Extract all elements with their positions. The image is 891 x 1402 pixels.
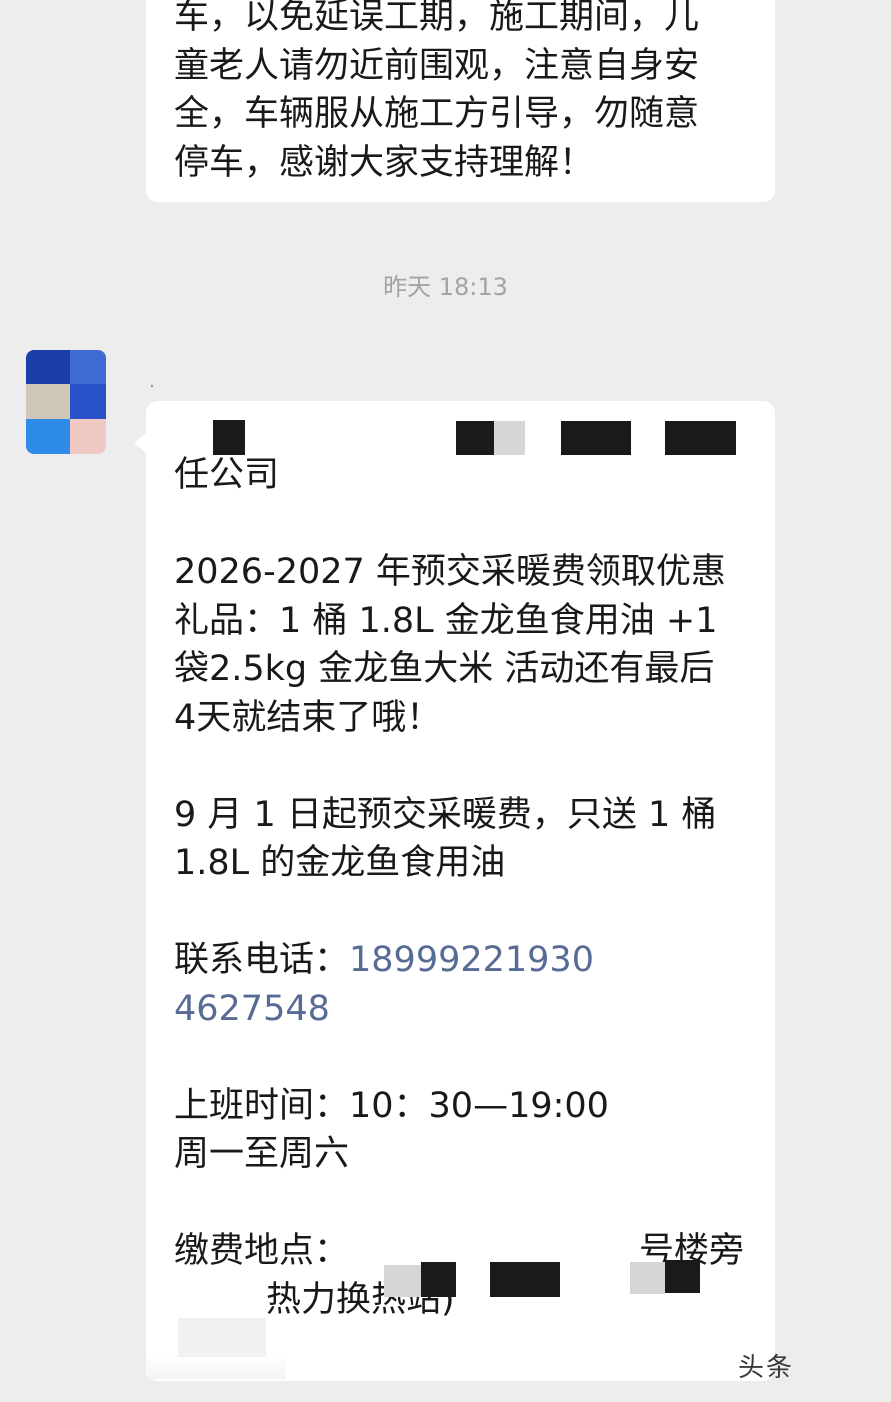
avatar-tile [70, 384, 106, 419]
sender-name: · [149, 376, 155, 397]
watermark: 头条 [738, 1353, 795, 1383]
redaction-block [561, 421, 631, 455]
message-bubble[interactable]: 任公司 2026-2027 年预交采暖费领取优惠 礼品：1 桶 1.8L 金龙鱼… [146, 401, 775, 1381]
avatar-tile [26, 419, 70, 454]
phone-label: 联系电话： [174, 940, 350, 980]
redaction-block [494, 421, 525, 455]
message-line: 童老人请勿近前围观，注意自身安 [174, 45, 700, 86]
redaction-block [630, 1262, 665, 1294]
promo-line: 2026-2027 年预交采暖费领取优惠 [174, 552, 726, 592]
avatar-tile [70, 350, 106, 384]
notice-line: 9 月 1 日起预交采暖费，只送 1 桶 [174, 794, 717, 835]
phone-line: 联系电话：18999221930 [174, 936, 747, 985]
avatar-tile [26, 384, 70, 419]
redaction-block [665, 421, 736, 455]
notice-line: 1.8L 的金龙鱼食用油 [174, 843, 506, 883]
redaction-block [384, 1265, 421, 1297]
promo-line: 4天就结束了哦！ [174, 697, 442, 738]
redaction-block [456, 421, 494, 455]
redaction-block [213, 420, 245, 455]
avatar-tile [70, 419, 106, 454]
redaction-block [421, 1262, 456, 1297]
message-line: 全，车辆服从施工方引导，勿随意 [174, 94, 700, 134]
message-line: 车，以免延误工期，施工期间，儿 [174, 0, 700, 37]
redaction-block [490, 1262, 560, 1297]
phone-link[interactable]: 18999221930 [349, 940, 594, 980]
promo-line: 礼品：1 桶 1.8L 金龙鱼食用油 +1 [174, 600, 718, 641]
avatar-tile [26, 350, 70, 384]
company-line: 任公司 [174, 455, 280, 495]
days-line: 周一至周六 [174, 1134, 350, 1174]
hours-line: 上班时间：10：30—19:00 [174, 1085, 609, 1126]
previous-message-bubble[interactable]: 车，以免延误工期，施工期间，儿 童老人请勿近前围观，注意自身安 全，车辆服从施工… [146, 0, 775, 202]
redaction-block [665, 1260, 700, 1293]
promo-line: 袋2.5kg 金龙鱼大米 活动还有最后 [174, 649, 715, 689]
chat-timestamp: 昨天 18:13 [383, 273, 508, 301]
bottom-fade [146, 1357, 286, 1379]
address-label: 缴费地点： [174, 1231, 350, 1271]
redaction-block [178, 1318, 266, 1360]
sender-avatar[interactable] [26, 350, 106, 454]
phone-link[interactable]: 4627548 [174, 985, 747, 1034]
message-line: 停车，感谢大家支持理解！ [174, 142, 595, 183]
